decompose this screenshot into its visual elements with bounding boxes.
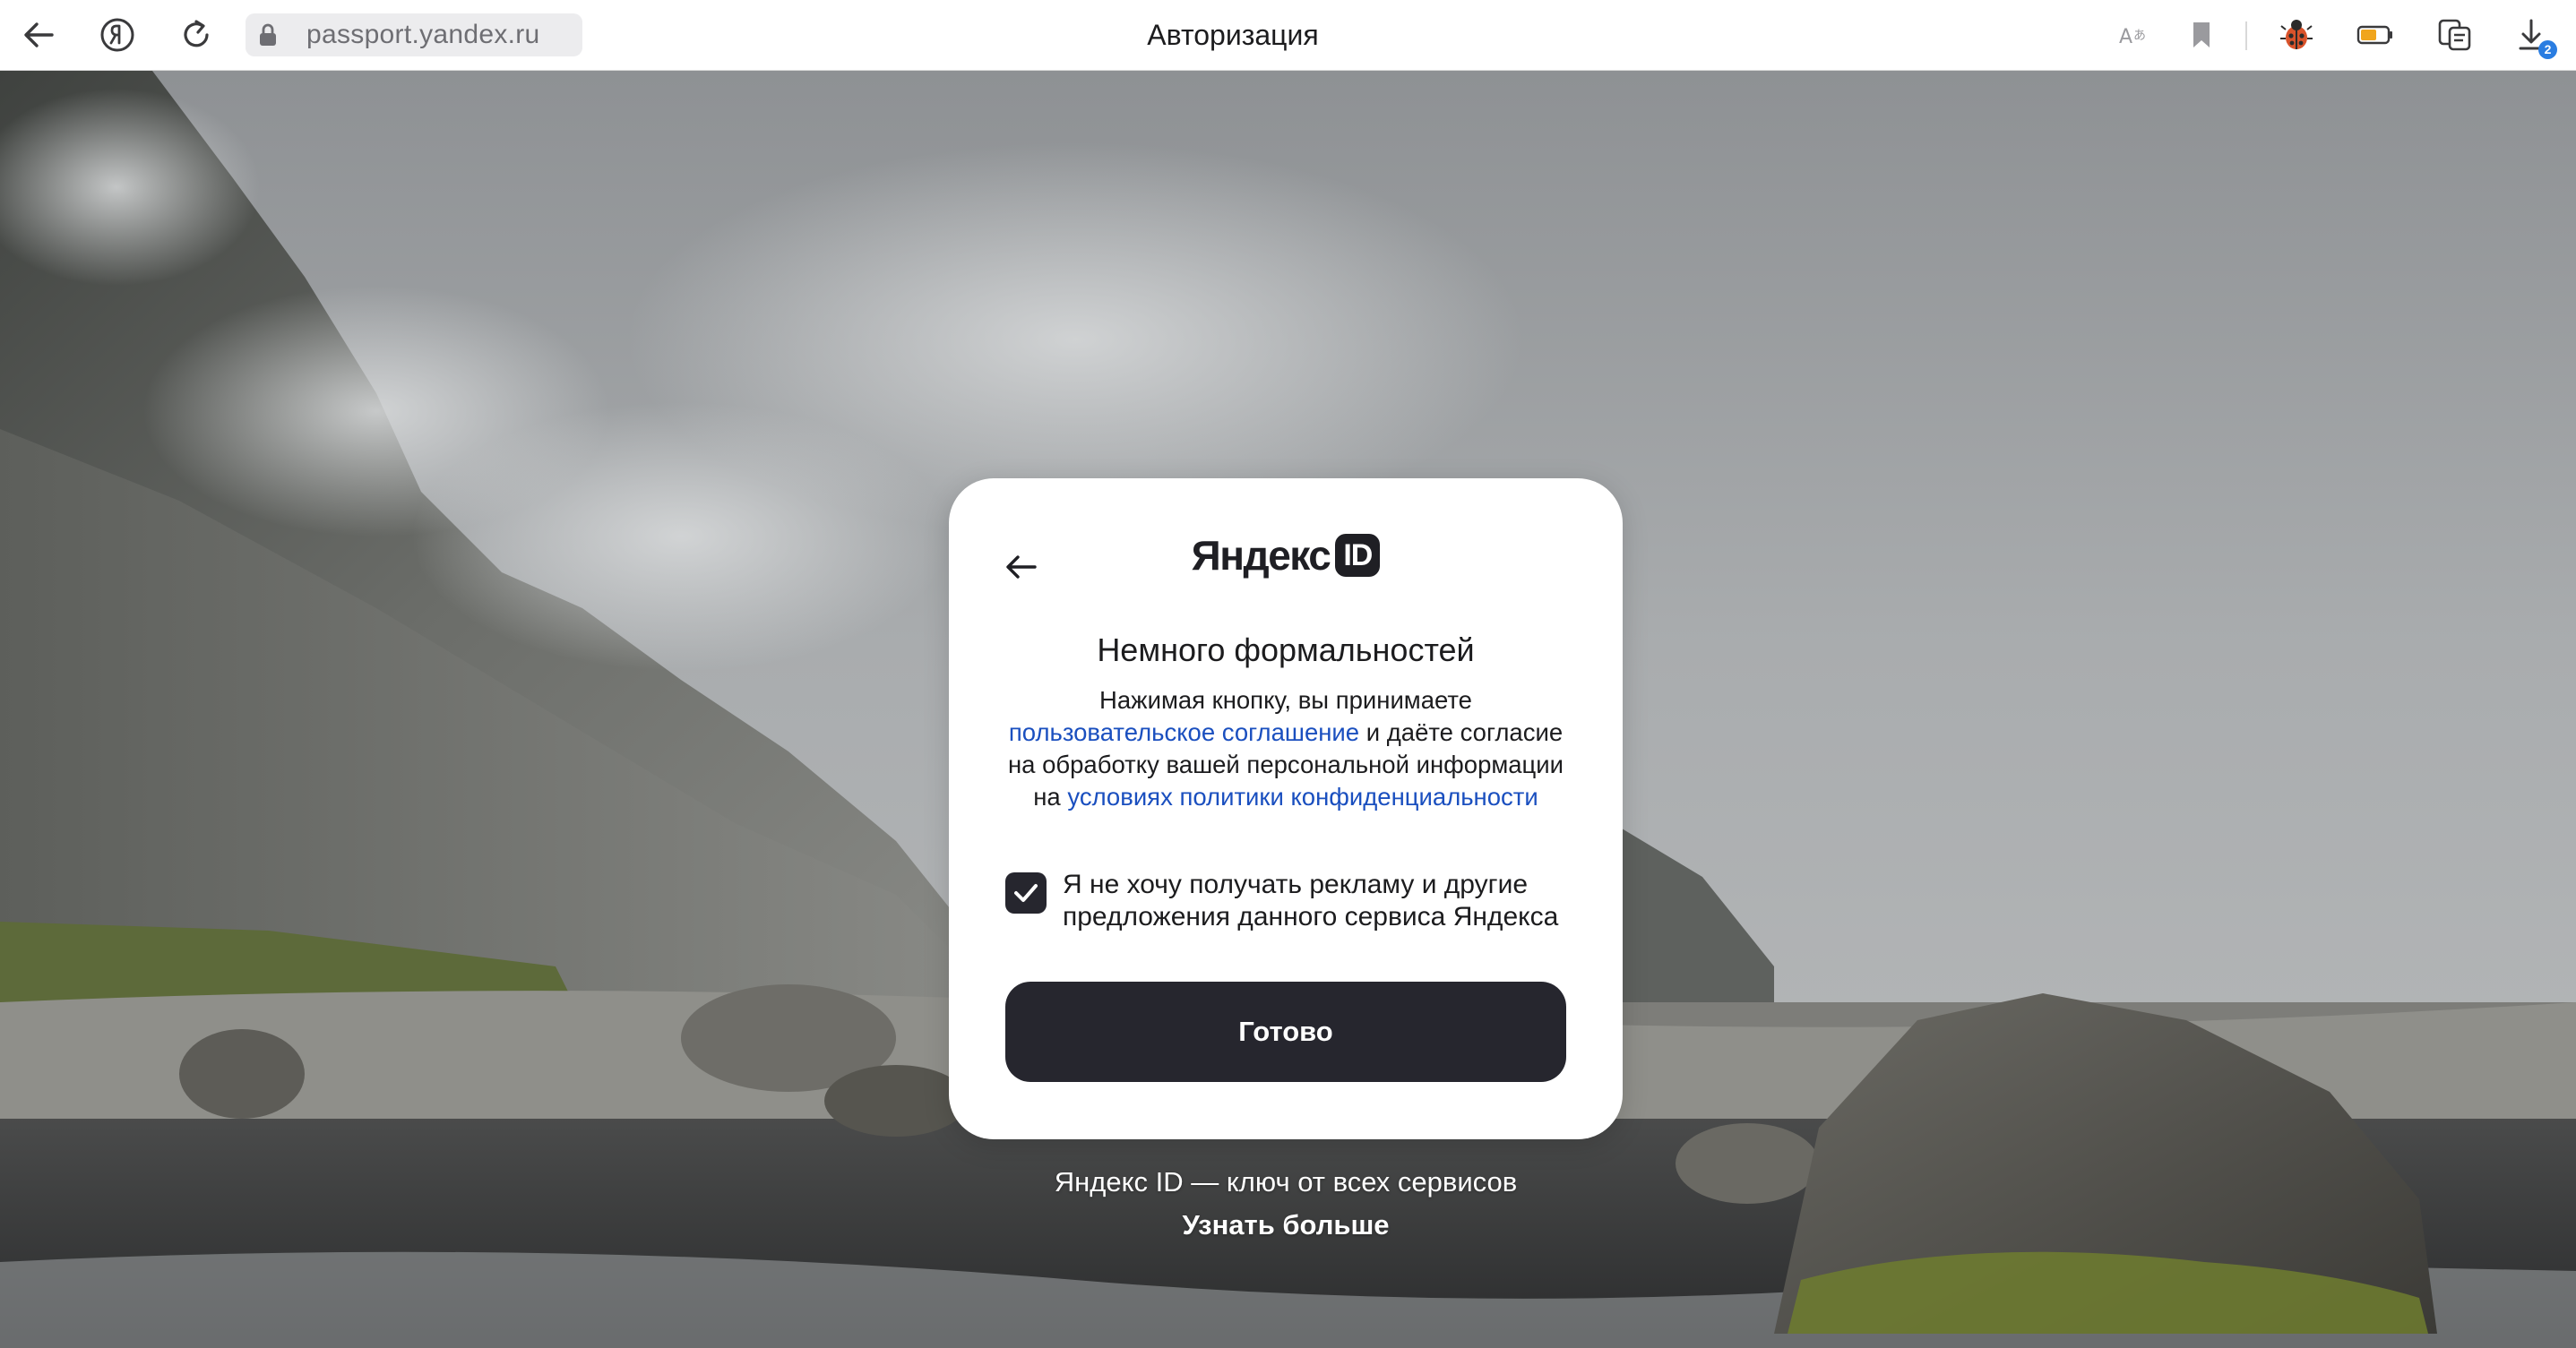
page: passport.yandex.ru Авторизация Aあ 2 Янде: [0, 0, 2576, 1348]
battery-icon[interactable]: [2353, 13, 2398, 57]
bookmark-icon[interactable]: [2179, 13, 2224, 57]
yandex-logo-icon[interactable]: [95, 13, 140, 57]
page-title: Авторизация: [1147, 19, 1319, 51]
privacy-policy-link[interactable]: условиях политики конфиденциальности: [1067, 783, 1538, 811]
learn-more-link[interactable]: Узнать больше: [1017, 1207, 1555, 1243]
dialog-heading: Немного формальностей: [1097, 631, 1475, 668]
ads-opt-out-label[interactable]: Я не хочу получать рекламу и другие пред…: [1063, 869, 1579, 933]
svg-text:あ: あ: [2133, 29, 2146, 43]
legal-text-part1: Нажимая кнопку, вы принимаете: [1099, 686, 1472, 714]
downloads-count-badge: 2: [2538, 40, 2557, 59]
ads-opt-out-row: Я не хочу получать рекламу и другие пред…: [1005, 869, 1579, 944]
yandex-id-logo: Яндекс ID: [949, 530, 1623, 580]
brand-id-badge: ID: [1335, 534, 1381, 577]
translate-icon[interactable]: Aあ: [2113, 13, 2158, 57]
checkmark-icon: [1014, 884, 1038, 902]
back-arrow-icon[interactable]: [16, 13, 61, 57]
legal-text: Нажимая кнопку, вы принимаете пользовате…: [1003, 684, 1569, 813]
lock-icon: [258, 23, 278, 51]
reader-mode-icon[interactable]: [2432, 13, 2477, 57]
browser-toolbar: passport.yandex.ru Авторизация Aあ 2: [0, 0, 2576, 71]
ladybug-extension-icon[interactable]: [2274, 13, 2319, 57]
toolbar-divider: [2245, 21, 2247, 50]
consent-dialog: Яндекс ID Немного формальностей Нажимая …: [949, 478, 1623, 1139]
done-button[interactable]: Готово: [1005, 982, 1566, 1082]
svg-text:A: A: [2119, 26, 2132, 48]
user-agreement-link[interactable]: пользовательское соглашение: [1009, 718, 1359, 746]
ads-opt-out-checkbox[interactable]: [1005, 872, 1047, 914]
brand-wordmark: Яндекс: [1191, 532, 1331, 579]
url-text: passport.yandex.ru: [306, 20, 540, 49]
address-bar[interactable]: passport.yandex.ru: [246, 13, 582, 56]
footer-tagline: Яндекс ID — ключ от всех сервисов: [1054, 1166, 1518, 1198]
reload-icon[interactable]: [174, 13, 219, 57]
